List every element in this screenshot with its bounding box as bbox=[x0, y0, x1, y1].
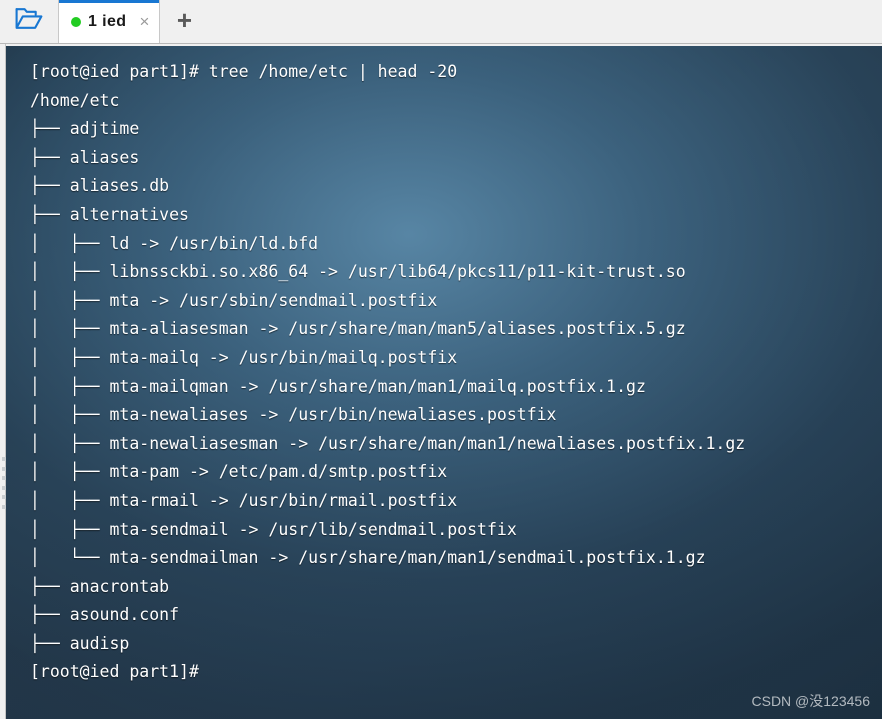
terminal-line: │ └── mta-sendmailman -> /usr/share/man/… bbox=[30, 548, 706, 568]
terminal-app-window: 1 ied × + [root@ied part1]# tree /home/e… bbox=[0, 0, 882, 719]
terminal-output: [root@ied part1]# tree /home/etc | head … bbox=[6, 46, 882, 687]
grip-dot bbox=[2, 466, 6, 471]
terminal-pane[interactable]: [root@ied part1]# tree /home/etc | head … bbox=[6, 46, 882, 719]
terminal-line: │ ├── mta-mailqman -> /usr/share/man/man… bbox=[30, 376, 646, 396]
terminal-line: │ ├── ld -> /usr/bin/ld.bfd bbox=[30, 233, 319, 253]
terminal-line: │ ├── mta-aliasesman -> /usr/share/man/m… bbox=[30, 319, 686, 339]
new-tab-button[interactable]: + bbox=[160, 0, 208, 43]
terminal-line: │ ├── mta-rmail -> /usr/bin/rmail.postfi… bbox=[30, 490, 458, 510]
terminal-line: /home/etc bbox=[30, 90, 120, 110]
terminal-line: ├── asound.conf bbox=[30, 605, 180, 625]
terminal-line: │ ├── mta-pam -> /etc/pam.d/smtp.postfix bbox=[30, 462, 448, 482]
green-dot-icon bbox=[71, 16, 81, 27]
terminal-line: ├── aliases.db bbox=[30, 176, 170, 196]
terminal-line: │ ├── mta-newaliases -> /usr/bin/newalia… bbox=[30, 405, 557, 425]
terminal-line: ├── adjtime bbox=[30, 119, 140, 139]
terminal-line: │ ├── mta -> /usr/sbin/sendmail.postfix bbox=[30, 290, 438, 310]
terminal-line: [root@ied part1]# bbox=[30, 662, 199, 682]
tab-bar: 1 ied × + bbox=[0, 0, 882, 44]
grip-dot bbox=[2, 495, 6, 500]
terminal-line: │ ├── mta-newaliasesman -> /usr/share/ma… bbox=[30, 433, 746, 453]
grip-dot bbox=[2, 504, 6, 509]
watermark-text: CSDN @没123456 bbox=[751, 693, 871, 709]
open-folder-button[interactable] bbox=[0, 0, 58, 43]
grip-dot bbox=[2, 485, 6, 490]
left-edge-strip bbox=[0, 44, 6, 719]
plus-icon: + bbox=[176, 5, 192, 35]
tab-ied[interactable]: 1 ied × bbox=[58, 0, 161, 43]
terminal-line: [root@ied part1]# tree /home/etc | head … bbox=[30, 62, 458, 81]
open-folder-icon bbox=[14, 6, 44, 37]
terminal-line: ├── anacrontab bbox=[30, 576, 170, 596]
terminal-line: │ ├── libnssckbi.so.x86_64 -> /usr/lib64… bbox=[30, 262, 686, 282]
terminal-line: │ ├── mta-sendmail -> /usr/lib/sendmail.… bbox=[30, 519, 517, 539]
sidebar-drag-handle[interactable] bbox=[0, 455, 8, 511]
tab-label: 1 ied bbox=[88, 12, 127, 30]
terminal-line: ├── audisp bbox=[30, 633, 130, 653]
grip-dot bbox=[2, 457, 6, 461]
terminal-line: ├── alternatives bbox=[30, 204, 189, 224]
terminal-line: ├── aliases bbox=[30, 147, 140, 167]
terminal-line: │ ├── mta-mailq -> /usr/bin/mailq.postfi… bbox=[30, 347, 458, 367]
close-x-icon[interactable]: × bbox=[139, 13, 149, 30]
grip-dot bbox=[2, 476, 6, 481]
